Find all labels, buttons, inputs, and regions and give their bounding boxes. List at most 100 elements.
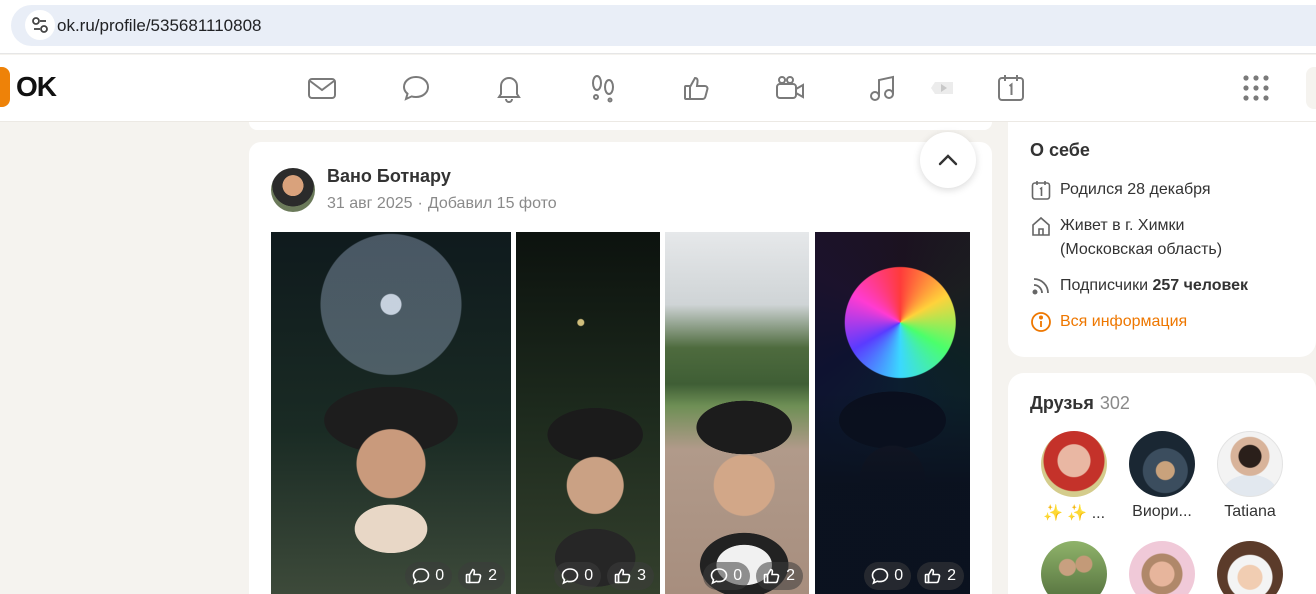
calendar-icon[interactable]: [995, 72, 1027, 104]
music-icon[interactable]: [867, 72, 899, 104]
friend-avatar: [1041, 431, 1107, 497]
like-icon: [614, 568, 631, 584]
site-info-button[interactable]: [25, 10, 55, 40]
bell-icon[interactable]: [493, 72, 525, 104]
comment-icon: [561, 568, 579, 585]
comment-icon: [871, 568, 889, 585]
friend-avatar: [1129, 541, 1195, 594]
site-settings-icon: [32, 17, 48, 33]
friends-card: Друзья 302 ✨ ✨ ... Виори... Tatiana: [1008, 373, 1316, 594]
post-photo[interactable]: 0 2: [271, 232, 511, 594]
likes-count: 2: [488, 567, 497, 584]
comments-count: 0: [733, 567, 743, 584]
photo-overlay: [815, 232, 970, 594]
post-photo[interactable]: 0 2: [815, 232, 970, 594]
friend-item[interactable]: Tatiana: [1210, 431, 1290, 521]
like-icon: [763, 568, 780, 584]
photo-stats: 0 2: [864, 562, 964, 590]
friend-item[interactable]: Виори...: [1122, 431, 1202, 521]
like-icon[interactable]: [681, 72, 713, 104]
photo-image: [271, 232, 511, 594]
likes-counter[interactable]: 2: [756, 562, 803, 590]
scroll-to-top-button[interactable]: [920, 132, 976, 188]
chevron-up-icon: [938, 154, 958, 166]
guests-icon[interactable]: [587, 72, 619, 104]
chat-icon[interactable]: [400, 72, 432, 104]
all-info-text: Вся информация: [1060, 313, 1188, 330]
location-row: Живет в г. Химки (Московская область): [1030, 214, 1222, 262]
post-meta: 31 авг 2025 · Добавил 15 фото: [327, 195, 557, 213]
post-photo[interactable]: 0 2: [665, 232, 809, 594]
all-info-link[interactable]: Вся информация: [1030, 310, 1187, 334]
author-avatar[interactable]: [271, 168, 315, 212]
video-camera-icon[interactable]: [774, 72, 806, 104]
like-icon: [924, 568, 941, 584]
friend-item[interactable]: [1034, 541, 1114, 594]
photo-stats: 0 3: [554, 562, 654, 590]
subscribers-value: 257 человек: [1152, 277, 1249, 294]
friend-avatar: [1217, 431, 1283, 497]
location-line-2: (Московская область): [1060, 241, 1223, 258]
rss-icon: [1032, 278, 1049, 295]
friend-name: ✨ ✨ ...: [1042, 505, 1106, 522]
comments-count: 0: [584, 567, 594, 584]
like-icon: [465, 568, 482, 584]
home-icon: [1032, 216, 1050, 236]
url-field[interactable]: ok.ru/profile/535681110808: [11, 5, 1316, 46]
birthday-row: Родился 28 декабря: [1030, 178, 1211, 202]
friend-item[interactable]: [1210, 541, 1290, 594]
about-title: О себе: [1030, 140, 1090, 160]
likes-count: 2: [786, 567, 795, 584]
feed-post: Вано Ботнару 31 авг 2025 · Добавил 15 фото…: [249, 142, 992, 594]
comments-counter[interactable]: 0: [405, 562, 453, 590]
comments-count: 0: [435, 567, 445, 584]
ok-logo[interactable]: OK: [0, 67, 57, 107]
likes-counter[interactable]: 2: [458, 562, 505, 590]
likes-count: 3: [637, 567, 646, 584]
friends-label: Друзья: [1030, 393, 1094, 413]
post-photo[interactable]: 0 3: [516, 232, 660, 594]
likes-counter[interactable]: 2: [917, 562, 964, 590]
logo-text: OK: [16, 71, 57, 102]
apps-grid-icon[interactable]: [1240, 72, 1272, 104]
friends-count: 302: [1099, 393, 1130, 413]
post-author-name[interactable]: Вано Ботнару: [327, 166, 451, 187]
photo-image: [516, 232, 660, 594]
comments-counter[interactable]: 0: [554, 562, 602, 590]
post-date[interactable]: 31 авг 2025: [327, 195, 413, 212]
calendar-icon: [1031, 181, 1051, 200]
about-card: О себе Родился 28 декабря Живет в г. Хим…: [1008, 122, 1316, 357]
birthday-text: Родился 28 декабря: [1060, 181, 1211, 198]
photo-image: [665, 232, 809, 594]
mail-icon[interactable]: [306, 72, 338, 104]
likes-count: 2: [947, 567, 956, 584]
photo-stats: 0 2: [405, 562, 505, 590]
friend-avatar: [1129, 431, 1195, 497]
previous-feed-card: [249, 122, 992, 130]
photo-stats: 0 2: [703, 562, 803, 590]
friend-name: Виори...: [1132, 503, 1192, 520]
profile-menu-edge[interactable]: [1306, 67, 1316, 109]
friend-item[interactable]: ✨ ✨ ...: [1034, 431, 1114, 523]
likes-counter[interactable]: 3: [607, 562, 654, 590]
location-line-1: Живет в г. Химки: [1060, 217, 1185, 234]
comments-counter[interactable]: 0: [703, 562, 751, 590]
comments-counter[interactable]: 0: [864, 562, 912, 590]
subscribers-row[interactable]: Подписчики 257 человек: [1030, 274, 1248, 298]
friend-avatar: [1041, 541, 1107, 594]
friends-title[interactable]: Друзья 302: [1030, 393, 1130, 414]
comment-icon: [710, 568, 728, 585]
friend-avatar: [1217, 541, 1283, 594]
url-text: ok.ru/profile/535681110808: [57, 16, 262, 35]
friend-name: Tatiana: [1224, 503, 1276, 520]
meta-separator: ·: [417, 195, 423, 212]
comments-count: 0: [894, 567, 904, 584]
post-action: Добавил 15 фото: [427, 195, 557, 212]
info-icon: [1031, 312, 1051, 332]
logo-mark: [0, 67, 10, 107]
browser-address-bar: ok.ru/profile/535681110808: [0, 0, 1316, 54]
play-icon[interactable]: [925, 72, 957, 104]
top-navigation: OK: [0, 55, 1316, 122]
comment-icon: [412, 568, 430, 585]
friend-item[interactable]: [1122, 541, 1202, 594]
